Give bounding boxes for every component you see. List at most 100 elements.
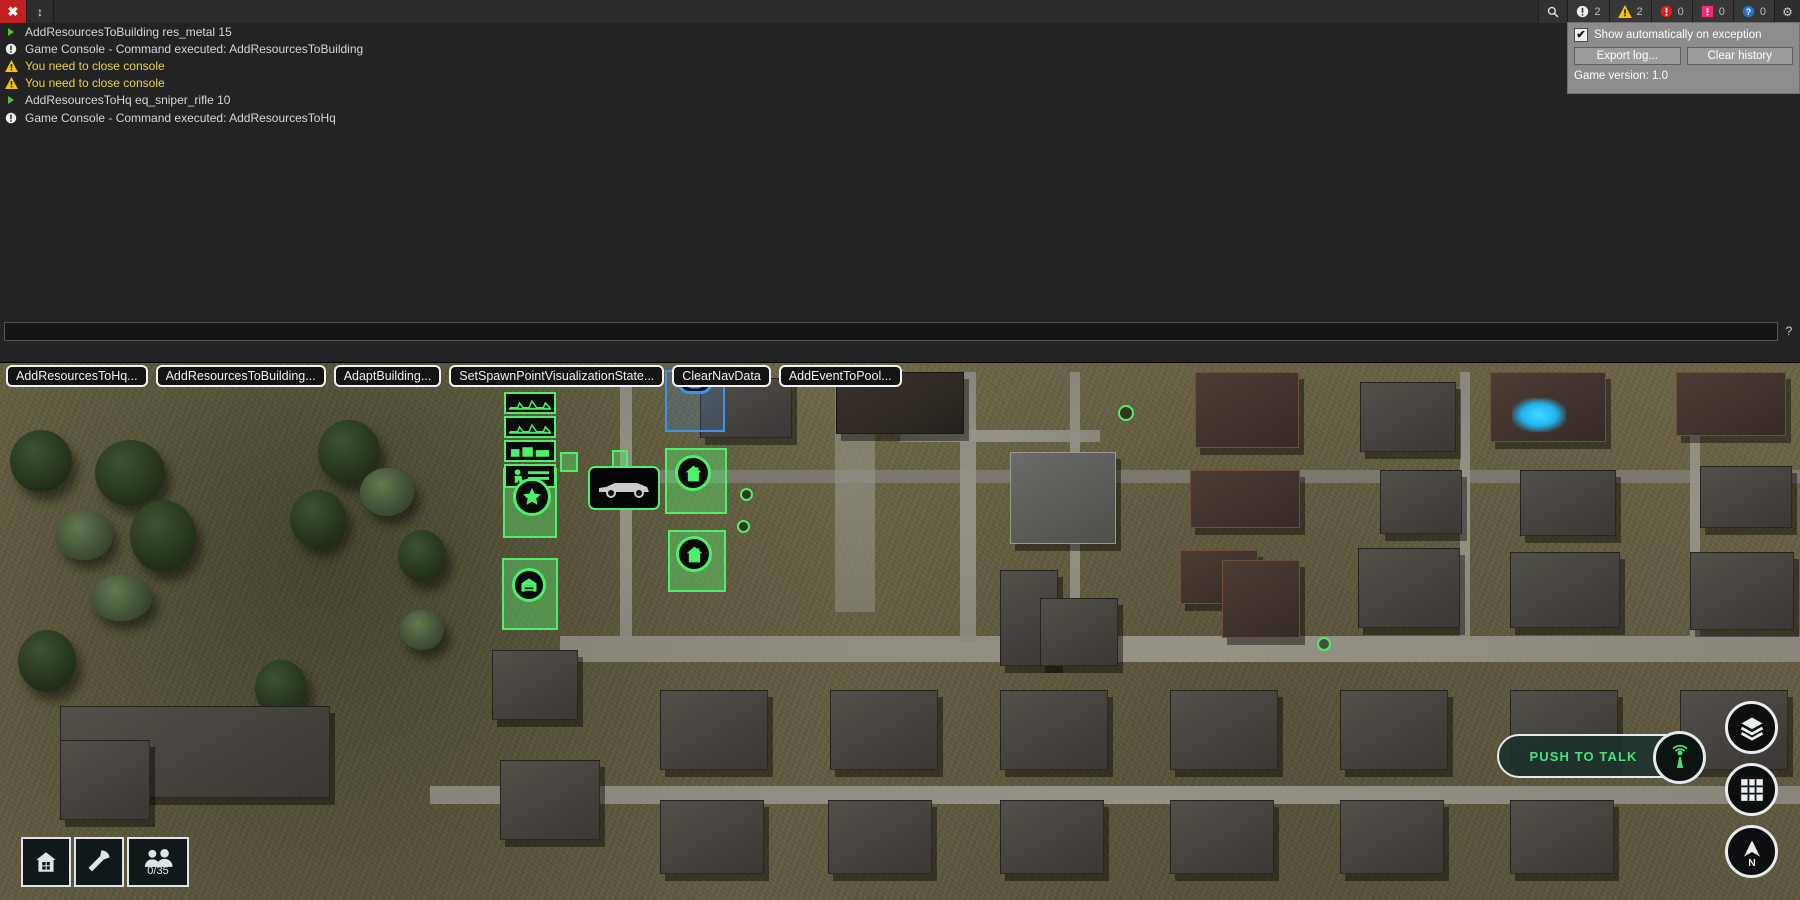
gear-icon[interactable]: ⚙ bbox=[1774, 0, 1800, 23]
show-on-exception-row[interactable]: ✔ Show automatically on exception bbox=[1574, 28, 1793, 42]
map-control-buttons: N bbox=[1725, 701, 1778, 878]
resource-marker[interactable] bbox=[1118, 405, 1134, 421]
resource-stack-row[interactable] bbox=[504, 416, 556, 438]
warning-icon bbox=[4, 77, 18, 90]
crate-icon bbox=[510, 446, 550, 457]
map-building bbox=[1010, 452, 1116, 544]
show-on-exception-checkbox[interactable]: ✔ bbox=[1574, 28, 1588, 42]
tree bbox=[400, 610, 444, 650]
vehicle-unit-card[interactable] bbox=[588, 466, 660, 510]
command-input[interactable] bbox=[4, 321, 1778, 341]
clear-history-button[interactable]: Clear history bbox=[1686, 47, 1793, 65]
hud-left-buttons: 0/35 bbox=[21, 837, 189, 887]
fatal-icon bbox=[1701, 5, 1714, 18]
log-entry-text: AddResourcesToBuilding res_metal 15 bbox=[25, 24, 232, 39]
warning-count: 2 bbox=[1636, 5, 1643, 18]
garage-icon[interactable] bbox=[512, 568, 546, 602]
map-building bbox=[1510, 800, 1614, 874]
layers-icon bbox=[1740, 717, 1763, 741]
resource-marker[interactable] bbox=[740, 488, 753, 501]
resize-icon[interactable]: ↕ bbox=[27, 0, 54, 23]
map-building bbox=[1690, 552, 1794, 630]
fatal-count: 0 bbox=[1718, 5, 1725, 18]
info-count: 2 bbox=[1594, 5, 1601, 18]
grid-icon bbox=[1740, 778, 1763, 801]
map-building bbox=[1380, 470, 1462, 534]
console-input-row: ? bbox=[0, 320, 1800, 342]
error-count: 0 bbox=[1677, 5, 1684, 18]
map-building bbox=[1340, 800, 1444, 874]
resource-stack-row[interactable] bbox=[504, 440, 556, 462]
artillery-icon bbox=[509, 423, 551, 434]
close-icon[interactable]: ✖ bbox=[0, 0, 27, 23]
exception-settings-panel: ✔ Show automatically on exception Export… bbox=[1567, 22, 1800, 94]
show-on-exception-label: Show automatically on exception bbox=[1594, 29, 1762, 41]
error-filter-button[interactable]: 0 bbox=[1650, 0, 1692, 23]
map-building bbox=[660, 690, 768, 770]
artillery-icon bbox=[509, 399, 551, 410]
water-marker bbox=[1512, 398, 1566, 432]
warning-filter-button[interactable]: 2 bbox=[1608, 0, 1651, 23]
quick-command-button[interactable]: AddEventToPool... bbox=[778, 364, 902, 388]
log-entry: You need to close console bbox=[0, 75, 1800, 92]
console-log-list[interactable]: AddResourcesToBuilding res_metal 15 Game… bbox=[0, 23, 1800, 319]
map-building bbox=[1000, 800, 1104, 874]
house-icon bbox=[36, 852, 56, 872]
info-filter-button[interactable]: 2 bbox=[1567, 0, 1609, 23]
log-entry: Game Console - Command executed: AddReso… bbox=[0, 40, 1800, 57]
fatal-filter-button[interactable]: 0 bbox=[1691, 0, 1733, 23]
hq-star-icon[interactable] bbox=[513, 478, 551, 516]
map-building bbox=[492, 650, 578, 720]
export-log-button[interactable]: Export log... bbox=[1574, 47, 1681, 65]
quick-command-button[interactable]: AdaptBuilding... bbox=[333, 364, 442, 388]
help-icon[interactable]: ? bbox=[1782, 324, 1796, 338]
resource-marker[interactable] bbox=[737, 520, 750, 533]
house-icon[interactable] bbox=[675, 455, 711, 491]
map-building bbox=[1000, 690, 1108, 770]
log-entry-text: AddResourcesToHq eq_sniper_rifle 10 bbox=[25, 93, 231, 108]
svg-text:N: N bbox=[1748, 857, 1756, 866]
game-screen: ✖ ↕ 2 2 0 0 ? 0 ⚙ AddResourcesToBuilding… bbox=[0, 0, 1800, 900]
layers-button[interactable] bbox=[1725, 701, 1778, 754]
resource-marker[interactable] bbox=[1317, 637, 1331, 651]
debug-console-panel: ✖ ↕ 2 2 0 0 ? 0 ⚙ AddResourcesToBuilding… bbox=[0, 0, 1800, 363]
question-count: 0 bbox=[1759, 5, 1766, 18]
log-entry-text: Game Console - Command executed: AddReso… bbox=[25, 41, 364, 56]
map-building bbox=[828, 800, 932, 874]
quick-command-button[interactable]: AddResourcesToBuilding... bbox=[155, 364, 326, 388]
radio-tower-icon[interactable] bbox=[1653, 731, 1706, 784]
resource-stack-row[interactable] bbox=[504, 392, 556, 414]
info-icon bbox=[4, 112, 18, 124]
log-entry: You need to close console bbox=[0, 57, 1800, 74]
question-filter-button[interactable]: ? 0 bbox=[1732, 0, 1774, 23]
search-icon bbox=[1547, 6, 1559, 18]
search-filter-button[interactable] bbox=[1538, 0, 1568, 23]
map-building bbox=[1170, 690, 1278, 770]
map-building bbox=[1340, 690, 1448, 770]
map-building bbox=[1040, 598, 1118, 666]
map-building bbox=[1676, 372, 1786, 436]
grid-button[interactable] bbox=[1725, 763, 1778, 816]
warning-icon bbox=[1617, 5, 1632, 18]
info-icon bbox=[1576, 5, 1589, 18]
compass-button[interactable]: N bbox=[1725, 825, 1778, 878]
friendly-plot-small-a[interactable] bbox=[560, 452, 578, 472]
tree bbox=[90, 575, 152, 621]
axe-icon bbox=[88, 850, 110, 872]
quick-command-button[interactable]: AddResourcesToHq... bbox=[6, 364, 148, 388]
log-entry: Game Console - Command executed: AddReso… bbox=[0, 109, 1800, 126]
gather-button[interactable] bbox=[74, 837, 124, 887]
map-building bbox=[1195, 372, 1299, 448]
push-to-talk-button[interactable]: PUSH TO TALK bbox=[1497, 731, 1706, 784]
tree bbox=[18, 630, 76, 692]
population-button[interactable]: 0/35 bbox=[127, 837, 189, 887]
road-horizontal-main bbox=[560, 636, 1800, 662]
tree bbox=[10, 430, 72, 492]
quick-command-button[interactable]: ClearNavData bbox=[672, 364, 771, 388]
build-button[interactable] bbox=[21, 837, 71, 887]
tree bbox=[55, 510, 113, 560]
house-icon[interactable] bbox=[676, 536, 712, 572]
quick-command-button[interactable]: SetSpawnPointVisualizationState... bbox=[449, 364, 665, 388]
game-version-label: Game version: 1.0 bbox=[1574, 70, 1668, 82]
map-building bbox=[1510, 552, 1620, 628]
